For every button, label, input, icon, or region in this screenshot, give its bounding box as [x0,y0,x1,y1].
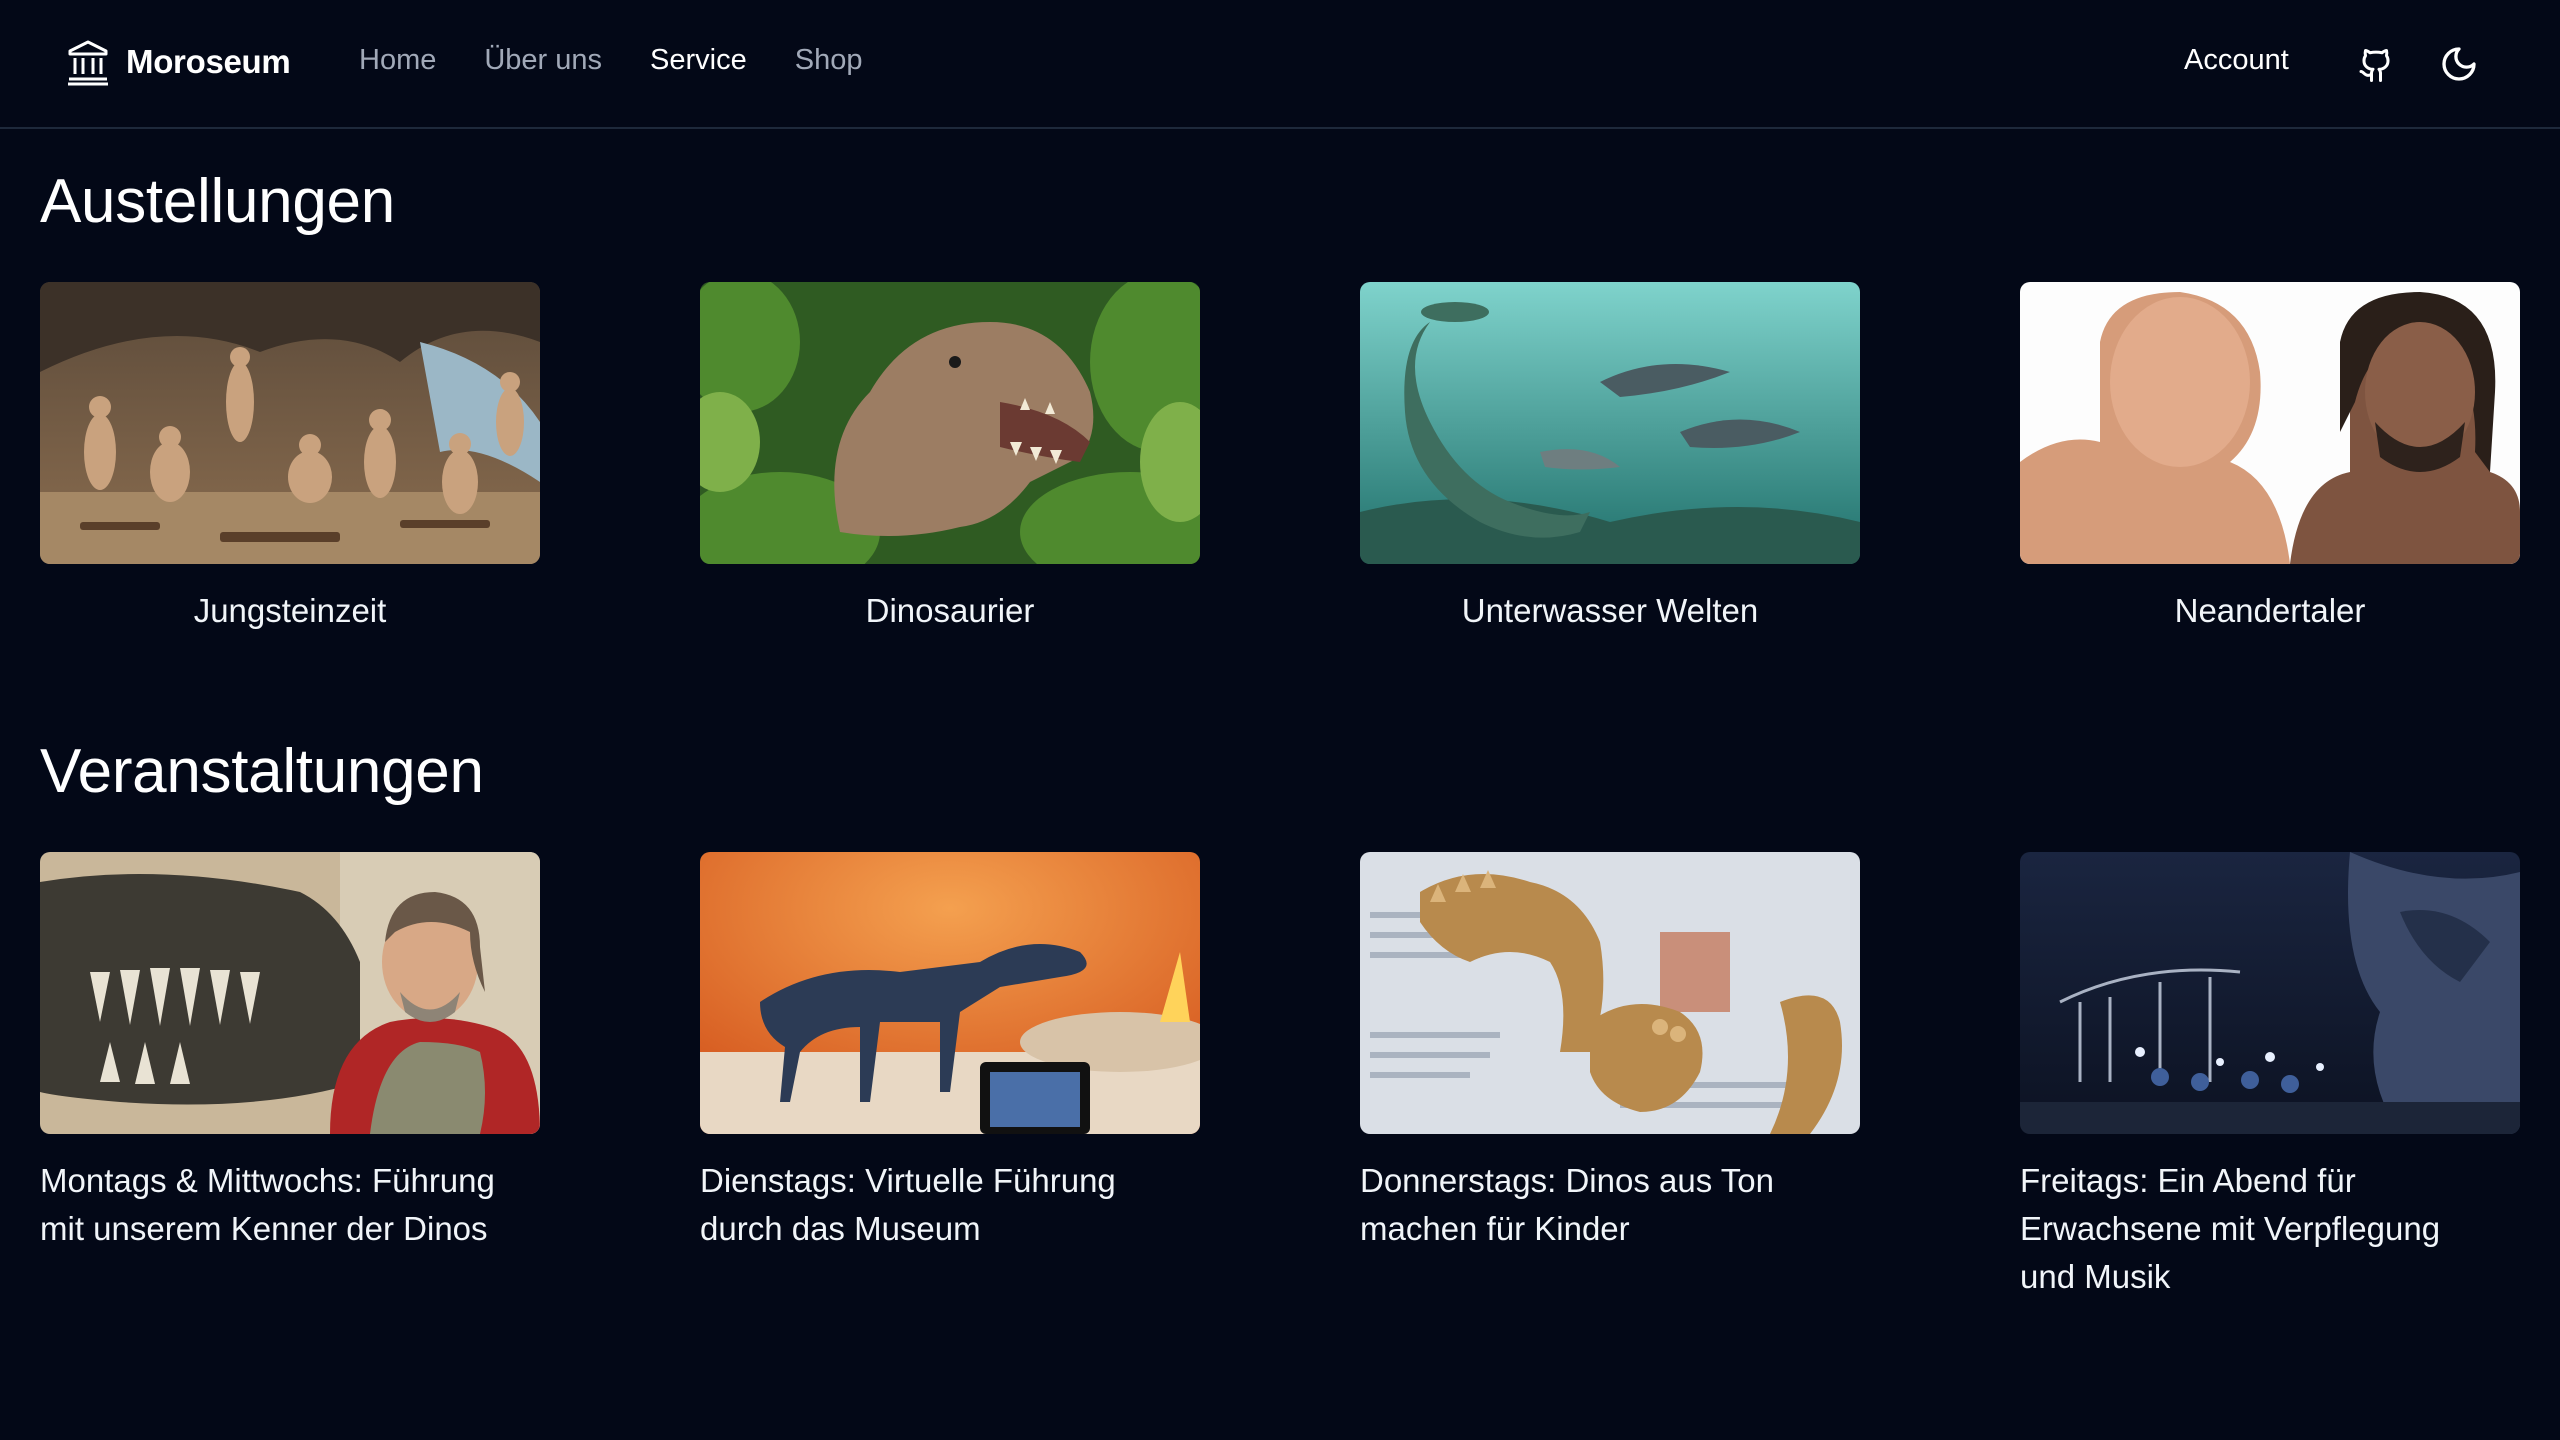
exhibition-card-dinosaurier[interactable]: Dinosaurier [700,282,1200,635]
event-card-montags-mittwochs[interactable]: Montags & Mittwochs: Führung mit unserem… [40,852,540,1253]
exhibition-card-neandertaler[interactable]: Neandertaler [2020,282,2520,635]
event-card-dienstags[interactable]: Dienstags: Virtuelle Führung durch das M… [700,852,1200,1253]
exhibition-label: Unterwasser Welten [1461,592,1759,629]
event-image [2020,852,2520,1134]
museum-icon [66,38,110,86]
event-label: Dienstags: Virtuelle Führung durch das M… [700,1162,1116,1247]
exhibition-card-unterwasser-welten[interactable]: Unterwasser Welten [1360,282,1860,635]
event-card-donnerstags[interactable]: Donnerstags: Dinos aus Ton machen für Ki… [1360,852,1860,1253]
event-label: Donnerstags: Dinos aus Ton machen für Ki… [1360,1162,1774,1247]
event-image [700,852,1200,1134]
event-image [40,852,540,1134]
exhibition-image [1360,282,1860,564]
exhibition-label: Dinosaurier [865,592,1035,629]
main-nav: Home Über uns Service Shop [359,44,862,77]
brand-link[interactable]: Moroseum [66,38,291,86]
brand-name: Moroseum [126,43,291,80]
exhibition-card-jungsteinzeit[interactable]: Jungsteinzeit [40,282,540,635]
exhibition-image [40,282,540,564]
exhibition-label: Jungsteinzeit [193,592,387,629]
nav-ueber-uns[interactable]: Über uns [484,44,602,77]
event-card-freitags[interactable]: Freitags: Ein Abend für Erwachsene mit V… [2020,852,2520,1301]
exhibition-image [700,282,1200,564]
account-link[interactable]: Account [2184,44,2289,77]
moon-icon[interactable] [2437,42,2481,86]
nav-service[interactable]: Service [650,44,747,77]
top-navigation-bar: Moroseum Home Über uns Service Shop Acco… [0,0,2560,129]
exhibition-label: Neandertaler [2174,592,2366,629]
nav-shop[interactable]: Shop [795,44,863,77]
nav-home[interactable]: Home [359,44,436,77]
event-label: Montags & Mittwochs: Führung mit unserem… [40,1162,495,1247]
exhibition-image [2020,282,2520,564]
exhibitions-heading: Austellungen [40,167,395,236]
github-icon[interactable] [2354,42,2398,86]
events-heading: Veranstaltungen [40,737,484,806]
event-label: Freitags: Ein Abend für Erwachsene mit V… [2020,1162,2441,1295]
event-image [1360,852,1860,1134]
